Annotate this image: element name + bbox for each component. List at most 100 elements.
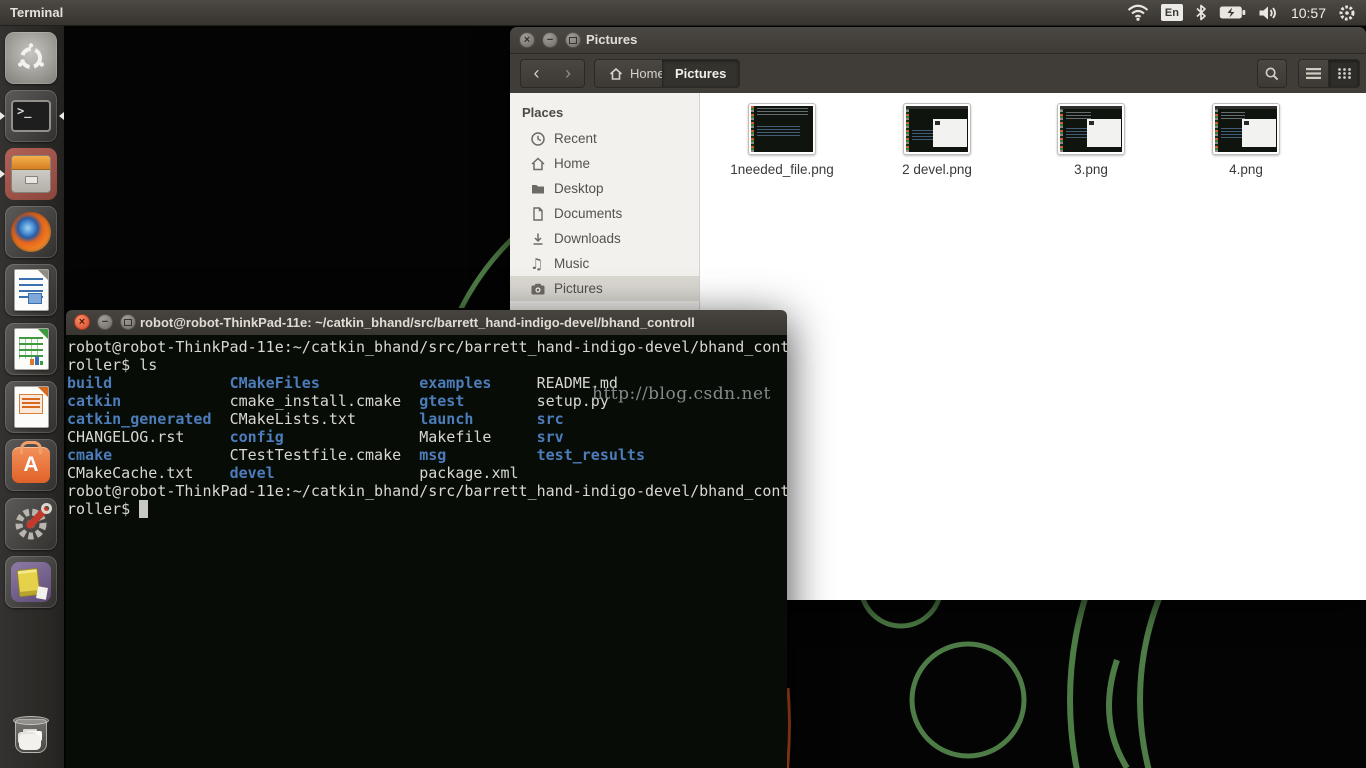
- back-icon: ‹: [534, 64, 540, 82]
- terminal-window: × − robot@robot-ThinkPad-11e: ~/catkin_b…: [66, 310, 787, 768]
- files-toolbar: ‹ › Home Pictures: [510, 54, 1366, 94]
- launcher-item-firefox[interactable]: [5, 206, 57, 258]
- file-item[interactable]: 4.png: [1176, 103, 1316, 177]
- window-maximize-button[interactable]: [120, 314, 136, 330]
- launcher-item-dash[interactable]: [5, 32, 57, 84]
- trash-icon: [15, 719, 47, 753]
- purple-app-icon: [11, 562, 51, 602]
- keyboard-layout-indicator[interactable]: En: [1161, 4, 1183, 21]
- list-view-button[interactable]: [1298, 59, 1329, 88]
- grid-view-icon: [1337, 67, 1352, 80]
- file-name: 2 devel.png: [902, 162, 972, 177]
- terminal-icon: >_: [11, 100, 51, 132]
- music-note-icon: ♫: [530, 256, 546, 272]
- sidebar-item-label: Music: [554, 256, 589, 271]
- terminal-line: cmake CTestTestfile.cmake msg test_resul…: [67, 446, 787, 464]
- terminal-line: CHANGELOG.rst config Makefile srv: [67, 428, 787, 446]
- window-minimize-button[interactable]: −: [97, 314, 113, 330]
- sidebar-item-label: Pictures: [554, 281, 603, 296]
- file-name: 4.png: [1229, 162, 1263, 177]
- top-panel: Terminal En 10:57: [0, 0, 1366, 26]
- list-view-icon: [1306, 67, 1321, 80]
- download-arrow-icon: [530, 231, 546, 247]
- terminal-line: CMakeCache.txt devel package.xml: [67, 464, 787, 482]
- launcher-item-settings[interactable]: [5, 498, 57, 550]
- breadcrumb-pictures-label: Pictures: [675, 66, 726, 81]
- sidebar-item-music[interactable]: ♫ Music: [510, 251, 699, 276]
- terminal-line: robot@robot-ThinkPad-11e:~/catkin_bhand/…: [67, 338, 787, 356]
- sidebar-item-label: Desktop: [554, 181, 604, 196]
- terminal-window-title: robot@robot-ThinkPad-11e: ~/catkin_bhand…: [140, 310, 783, 335]
- sidebar-item-label: Home: [554, 156, 590, 171]
- file-item[interactable]: 1needed_file.png: [712, 103, 852, 177]
- terminal-line: catkin_generated CMakeLists.txt launch s…: [67, 410, 787, 428]
- file-thumbnail: [1212, 103, 1280, 155]
- system-settings-icon: [10, 503, 52, 545]
- terminal-cursor: [139, 500, 148, 518]
- wifi-icon[interactable]: [1127, 4, 1149, 21]
- sidebar-item-label: Recent: [554, 131, 597, 146]
- libreoffice-writer-icon: [14, 269, 49, 311]
- sidebar-item-downloads[interactable]: Downloads: [510, 226, 699, 251]
- terminal-titlebar[interactable]: × − robot@robot-ThinkPad-11e: ~/catkin_b…: [66, 310, 787, 336]
- panel-app-name: Terminal: [10, 5, 63, 20]
- forward-icon: ›: [565, 64, 571, 82]
- sidebar-item-desktop[interactable]: Desktop: [510, 176, 699, 201]
- files-window-title: Pictures: [586, 27, 637, 53]
- file-thumbnail: [1057, 103, 1125, 155]
- file-item[interactable]: 3.png: [1021, 103, 1161, 177]
- wallpaper-arc-left: [64, 25, 510, 308]
- file-thumbnail: [748, 103, 816, 155]
- launcher-item-files[interactable]: [5, 148, 57, 200]
- battery-charging-icon[interactable]: [1219, 5, 1246, 20]
- search-button[interactable]: [1257, 59, 1287, 88]
- file-name: 1needed_file.png: [730, 162, 834, 177]
- launcher-item-software-center[interactable]: A: [5, 439, 57, 491]
- sidebar-item-pictures[interactable]: Pictures: [510, 276, 699, 301]
- launcher-item-terminal[interactable]: >_: [5, 90, 57, 142]
- window-minimize-button[interactable]: −: [542, 32, 558, 48]
- grid-view-button[interactable]: [1329, 59, 1360, 88]
- unity-launcher: >_ A: [0, 25, 64, 768]
- search-icon: [1264, 66, 1280, 82]
- breadcrumb-home-label: Home: [630, 66, 665, 81]
- maximize-icon: [569, 37, 577, 44]
- indicator-tray: En 10:57: [1127, 4, 1366, 22]
- file-manager-icon: [5, 148, 57, 200]
- back-button[interactable]: ‹: [520, 59, 553, 88]
- terminal-line: robot@robot-ThinkPad-11e:~/catkin_bhand/…: [67, 482, 787, 500]
- volume-icon[interactable]: [1258, 5, 1279, 21]
- launcher-item-calc[interactable]: [5, 323, 57, 375]
- clock-indicator[interactable]: 10:57: [1291, 5, 1326, 21]
- launcher-item-trash[interactable]: [5, 710, 57, 762]
- running-indicator-arrow: [0, 112, 9, 120]
- sidebar-item-label: Documents: [554, 206, 622, 221]
- running-indicator-arrow: [0, 170, 9, 178]
- window-maximize-button[interactable]: [565, 32, 581, 48]
- sidebar-item-label: Downloads: [554, 231, 621, 246]
- launcher-item-impress[interactable]: [5, 381, 57, 433]
- firefox-icon: [11, 212, 51, 252]
- window-close-button[interactable]: ×: [74, 314, 90, 330]
- forward-button[interactable]: ›: [552, 59, 585, 88]
- libreoffice-calc-icon: [14, 328, 49, 370]
- sidebar-header: Places: [510, 101, 699, 126]
- sidebar-item-documents[interactable]: Documents: [510, 201, 699, 226]
- desktop-folder-icon: [530, 181, 546, 197]
- home-icon: [608, 66, 624, 82]
- document-icon: [530, 206, 546, 222]
- breadcrumb-pictures[interactable]: Pictures: [662, 59, 740, 88]
- home-icon: [530, 156, 546, 172]
- files-titlebar[interactable]: × − Pictures: [510, 27, 1366, 54]
- bluetooth-icon[interactable]: [1195, 4, 1207, 21]
- launcher-item-writer[interactable]: [5, 264, 57, 316]
- launcher-item-purple-app[interactable]: [5, 556, 57, 608]
- sidebar-item-recent[interactable]: Recent: [510, 126, 699, 151]
- file-thumbnail: [903, 103, 971, 155]
- file-item[interactable]: 2 devel.png: [867, 103, 1007, 177]
- software-center-icon: A: [12, 447, 50, 483]
- session-gear-icon[interactable]: [1338, 4, 1356, 22]
- sidebar-item-home[interactable]: Home: [510, 151, 699, 176]
- file-name: 3.png: [1074, 162, 1108, 177]
- window-close-button[interactable]: ×: [519, 32, 535, 48]
